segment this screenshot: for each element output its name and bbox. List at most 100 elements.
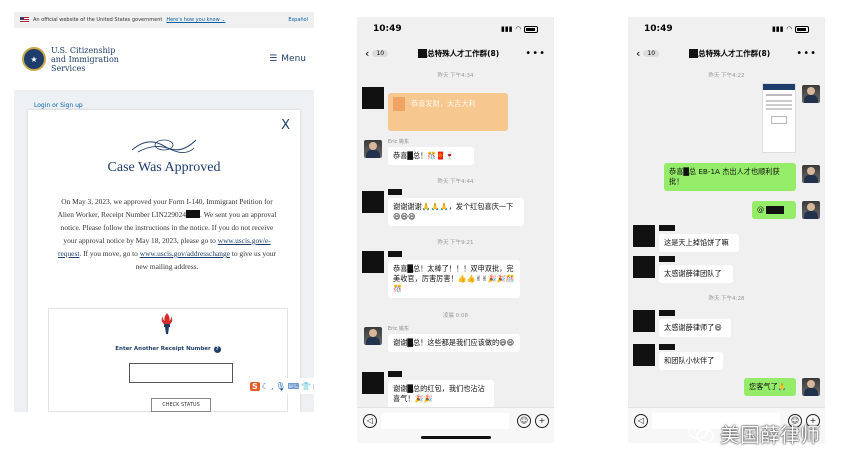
emoji-icon[interactable]: ☺: [517, 414, 531, 428]
chat-message[interactable]: 恭喜█总！🎊🧧🍷: [388, 147, 474, 165]
receipt-number-input[interactable]: [129, 363, 233, 383]
avatar[interactable]: [802, 165, 820, 183]
chat-message[interactable]: 谢谢█总的红包，我们也沾沾喜气！🎉🎉: [388, 380, 494, 408]
chat-message[interactable]: 恭喜█总！太棒了！！！双申双批，完美收官，厉害厉害！👍👍✌✌🎉🎉🎊🎊: [388, 260, 520, 298]
ime-keyboard-icon[interactable]: ⌨: [288, 382, 300, 391]
sender-name: Eric 姚东: [388, 326, 409, 332]
home-indicator: [421, 436, 491, 439]
more-options-icon[interactable]: •••: [525, 48, 546, 59]
message-input[interactable]: [381, 413, 509, 429]
avatar[interactable]: [633, 256, 655, 278]
timestamp: 昨天 下午9:21: [437, 240, 474, 246]
timestamp: 昨天 下午4:22: [708, 73, 745, 79]
red-packet-message[interactable]: 恭喜发财，大吉大利: [388, 93, 508, 131]
chat-nav-bar: ‹ 10 总特殊人才工作群(8) •••: [357, 41, 554, 65]
timestamp: 昨天 下午4:28: [708, 296, 745, 302]
ime-comma-icon[interactable]: ,: [271, 382, 274, 391]
avatar[interactable]: [364, 327, 382, 345]
chat-title-text: 总特殊人才工作群(8): [427, 48, 500, 58]
us-flag-icon: [20, 17, 29, 23]
plus-icon[interactable]: +: [535, 414, 549, 428]
avatar[interactable]: [802, 378, 820, 396]
flourish-ornament-icon: [131, 139, 197, 153]
dhs-seal-icon[interactable]: ★: [22, 47, 46, 71]
avatar[interactable]: [633, 225, 655, 247]
sender-name-redacted: [659, 225, 675, 231]
back-chevron-icon[interactable]: ‹: [365, 47, 369, 60]
espanol-link[interactable]: Español: [288, 17, 308, 23]
ime-mic-icon[interactable]: 🎙: [275, 382, 285, 391]
case-status-card: X Case Was Approved On May 3, 2023, we a…: [28, 110, 300, 412]
chat-message[interactable]: 您客气了🙏: [744, 378, 796, 396]
battery-icon: [795, 25, 809, 33]
mention-text: @: [757, 205, 765, 214]
voice-input-icon[interactable]: ◁: [634, 414, 648, 428]
receipt-lookup-box: Enter Another Receipt Number? CHECK STAT…: [48, 308, 288, 412]
avatar[interactable]: [633, 344, 655, 366]
more-options-icon[interactable]: •••: [796, 48, 817, 59]
voice-input-icon[interactable]: ◁: [363, 414, 377, 428]
help-icon[interactable]: ?: [213, 346, 221, 353]
avatar[interactable]: [802, 85, 820, 103]
chat-message[interactable]: 太感谢薛律师了😄: [659, 319, 731, 337]
avatar[interactable]: [802, 201, 820, 219]
sender-name-redacted: [388, 371, 402, 377]
battery-icon: [524, 25, 538, 33]
uscis-logo-text[interactable]: U.S. Citizenship and Immigration Service…: [51, 46, 119, 73]
red-packet-icon: [393, 97, 405, 111]
chat-message[interactable]: 谢谢谢谢🙏🙏🙏，发个红包喜庆一下😄😄😄: [388, 198, 524, 226]
chat-message[interactable]: 谢谢█总！这些都是我们应该做的😄😄: [388, 334, 520, 352]
how-you-know-link[interactable]: Here's how you know ⌄: [166, 17, 225, 23]
ime-shirt-icon[interactable]: 👕: [301, 382, 311, 391]
ime-grid-icon[interactable]: ▦: [313, 382, 314, 391]
chat-title: 总特殊人才工作群(8): [396, 48, 521, 59]
check-status-button[interactable]: CHECK STATUS: [151, 398, 211, 412]
unread-count-badge[interactable]: 10: [643, 49, 660, 57]
chat-nav-bar: ‹ 10 总特殊人才工作群(8) •••: [628, 41, 825, 65]
wechat-screen-1: 10:49 ▮▮▮ ◠ ‹ 10 总特殊人才工作群(8) ••• 昨天 下午4:…: [357, 17, 554, 443]
signal-icon: ▮▮▮: [501, 25, 513, 33]
chat-message[interactable]: 恭喜█总 EB-1A 杰出人才也顺利获批！: [664, 163, 796, 191]
chat-message[interactable]: 和团队小伙伴了: [659, 352, 723, 370]
address-change-link[interactable]: www.uscis.gov/addresschange: [140, 249, 230, 258]
chat-messages: 昨天 下午4:34 恭喜发财，大吉大利 Eric 姚东 恭喜█总！🎊🧧🍷 昨天 …: [357, 65, 554, 408]
receipt-number-label: Enter Another Receipt Number?: [49, 346, 287, 353]
redaction-block: [689, 49, 699, 58]
sender-name-redacted: [659, 256, 675, 262]
avatar[interactable]: [362, 372, 384, 394]
wifi-icon: ◠: [786, 25, 792, 33]
gov-banner: An official website of the United States…: [14, 12, 314, 28]
uscis-header: ★ U.S. Citizenship and Immigration Servi…: [14, 28, 314, 90]
avatar[interactable]: [362, 251, 384, 273]
approval-screenshot-thumbnail[interactable]: [762, 83, 796, 153]
wechat-logo-icon: [688, 422, 714, 444]
timestamp: 昨天 下午4:44: [437, 179, 474, 185]
avatar[interactable]: [362, 191, 384, 213]
sender-name-redacted: [388, 251, 402, 257]
gov-banner-text: An official website of the United States…: [33, 17, 163, 23]
chat-title-text: 总特殊人才工作群(8): [698, 48, 771, 58]
chat-message[interactable]: 这是天上掉馅饼了嘛: [659, 234, 739, 252]
red-packet-text: 恭喜发财，大吉大利: [411, 99, 476, 108]
logo-line-2: and Immigration: [51, 54, 119, 64]
approval-text-3: . If you move, go to: [79, 249, 140, 258]
ime-moon-icon[interactable]: ☾: [262, 382, 269, 391]
chat-message[interactable]: 太感谢薛律团队了: [659, 265, 733, 283]
approval-message: On May 3, 2023, we approved your Form I-…: [54, 195, 280, 273]
avatar[interactable]: [633, 310, 655, 332]
menu-button[interactable]: ☰ Menu: [269, 54, 306, 64]
uscis-case-status-page: An official website of the United States…: [14, 12, 314, 412]
unread-count-badge[interactable]: 10: [372, 49, 389, 57]
avatar[interactable]: [364, 140, 382, 158]
watermark: 美国薛律师: [688, 417, 820, 449]
close-button[interactable]: X: [281, 118, 290, 133]
timestamp: 凌晨 0:08: [442, 313, 469, 319]
mention-message[interactable]: @: [752, 201, 796, 219]
ime-toolbar[interactable]: S ☾ , 🎙 ⌨ 👕 ▦: [248, 378, 314, 394]
status-bar: 10:49 ▮▮▮ ◠: [628, 17, 825, 41]
logo-line-1: U.S. Citizenship: [51, 45, 116, 55]
avatar[interactable]: [362, 87, 384, 109]
back-chevron-icon[interactable]: ‹: [636, 47, 640, 60]
sogou-ime-icon[interactable]: S: [250, 381, 260, 391]
watermark-text: 美国薛律师: [720, 422, 820, 447]
